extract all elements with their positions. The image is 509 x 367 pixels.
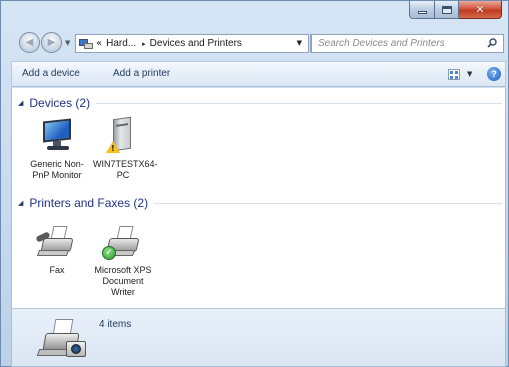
breadcrumb-hardware[interactable]: Hard... <box>106 38 136 49</box>
printer-item-xps[interactable]: ✓ Microsoft XPS Document Writer <box>93 222 153 298</box>
view-options-dropdown-icon[interactable]: ▼ <box>467 70 472 78</box>
default-printer-icon: ✓ <box>100 222 146 262</box>
breadcrumb-separator-icon[interactable]: ▸ <box>142 40 146 48</box>
device-item-monitor[interactable]: Generic Non-PnP Monitor <box>27 116 87 181</box>
breadcrumb-devices-and-printers[interactable]: Devices and Printers <box>150 38 242 49</box>
address-overflow-chevron[interactable]: « <box>96 38 102 49</box>
fax-icon <box>34 222 80 262</box>
command-bar: Add a device Add a printer ▼ ? <box>11 61 506 87</box>
search-icon[interactable] <box>487 38 497 48</box>
help-icon: ? <box>491 69 497 79</box>
collapse-triangle-icon[interactable]: ◢ <box>18 99 23 107</box>
details-pane: 4 items <box>11 308 506 367</box>
printer-item-fax[interactable]: Fax <box>27 222 87 276</box>
help-button[interactable]: ? <box>487 67 501 81</box>
search-input[interactable] <box>312 35 482 52</box>
monitor-icon <box>34 116 80 156</box>
change-view-icon[interactable] <box>448 69 460 80</box>
maximize-icon <box>441 5 452 14</box>
device-list: ◢ Devices (2) Generic Non-PnP Monitor ! … <box>11 88 506 308</box>
maximize-button[interactable] <box>435 1 459 19</box>
address-row: ◀ ▶ ▼ « Hard... ▸ Devices and Printers ▼… <box>1 31 509 55</box>
collapse-triangle-icon[interactable]: ◢ <box>18 199 23 207</box>
close-icon: ✕ <box>475 3 485 16</box>
device-label: Generic Non-PnP Monitor <box>30 159 84 180</box>
group-title-printers: Printers and Faxes (2) <box>29 196 149 210</box>
group-header-devices[interactable]: ◢ Devices (2) <box>18 96 502 110</box>
caption-buttons: ✕ <box>409 1 502 19</box>
device-label: WIN7TESTX64-PC <box>93 159 158 180</box>
computer-warning-icon: ! <box>100 116 146 156</box>
add-printer-button[interactable]: Add a printer <box>113 68 170 79</box>
group-title-devices: Devices (2) <box>29 96 91 110</box>
minimize-icon <box>417 11 427 14</box>
search-box[interactable] <box>311 34 504 53</box>
back-arrow-icon: ◀ <box>25 37 34 48</box>
forward-button[interactable]: ▶ <box>41 32 62 53</box>
recent-pages-dropdown[interactable]: ▼ <box>65 39 70 47</box>
group-header-printers[interactable]: ◢ Printers and Faxes (2) <box>18 196 502 210</box>
printer-label: Microsoft XPS Document Writer <box>94 265 152 297</box>
group-divider <box>96 102 502 104</box>
address-bar[interactable]: « Hard... ▸ Devices and Printers ▼ <box>75 34 309 53</box>
group-divider <box>154 202 502 204</box>
default-check-icon: ✓ <box>102 246 116 260</box>
printer-label: Fax <box>49 265 65 275</box>
back-button[interactable]: ◀ <box>19 32 40 53</box>
address-dropdown-icon[interactable]: ▼ <box>297 39 302 47</box>
add-device-button[interactable]: Add a device <box>22 68 80 79</box>
printer-camera-icon <box>36 313 88 365</box>
close-button[interactable]: ✕ <box>459 1 502 19</box>
devices-and-printers-icon <box>79 38 93 50</box>
window: ✕ ◀ ▶ ▼ « Hard... ▸ Devices and Printers… <box>0 0 509 367</box>
item-count: 4 items <box>99 319 132 330</box>
minimize-button[interactable] <box>409 1 435 19</box>
device-item-computer[interactable]: ! WIN7TESTX64-PC <box>93 116 158 181</box>
forward-arrow-icon: ▶ <box>47 37 56 48</box>
